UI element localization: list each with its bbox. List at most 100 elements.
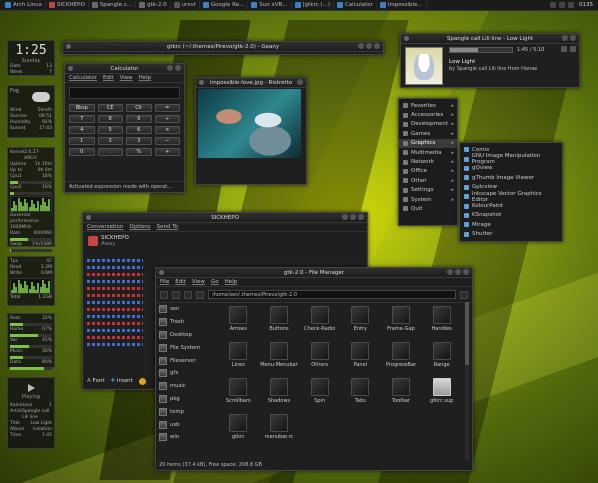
calculator-key[interactable]: =	[154, 104, 180, 112]
places-item[interactable]: Fileserver	[159, 354, 211, 367]
file-item[interactable]: Others	[299, 342, 340, 368]
app-menu-item[interactable]: Favorites ▸	[399, 101, 457, 110]
tray-icon[interactable]	[568, 2, 574, 8]
calculator-key[interactable]: −	[154, 137, 180, 145]
file-item[interactable]: Tabs	[340, 378, 381, 404]
calculator-key[interactable]: .	[97, 148, 123, 156]
file-manager-menu-item[interactable]: Edit	[175, 279, 186, 285]
file-item[interactable]: Entry	[340, 306, 381, 332]
places-item[interactable]: sen	[159, 303, 211, 316]
view-toggle-icon[interactable]	[460, 290, 468, 299]
close-button[interactable]	[297, 79, 303, 85]
window-menu-icon[interactable]	[199, 80, 204, 85]
calculator-key[interactable]: ×	[154, 126, 180, 134]
insert-button[interactable]: ✚ Insert	[111, 378, 133, 385]
font-button[interactable]: A Font	[87, 378, 105, 385]
window-menu-icon[interactable]	[66, 44, 71, 49]
calculator-key[interactable]: 3	[126, 137, 152, 145]
conversation-log[interactable]	[87, 255, 155, 365]
window-menu-icon[interactable]	[68, 66, 73, 71]
app-menu-item[interactable]: Settings ▸	[399, 186, 457, 195]
seek-bar[interactable]	[449, 47, 513, 53]
app-menu-item[interactable]: Graphics ▸	[399, 138, 457, 148]
taskbar-item[interactable]: Spangle c...	[89, 0, 137, 10]
window-menu-icon[interactable]	[86, 215, 91, 220]
file-item[interactable]: Buttons	[259, 306, 300, 332]
window-menu-icon[interactable]	[159, 270, 164, 275]
file-item[interactable]: Check-Radio	[299, 306, 340, 332]
close-button[interactable]	[570, 35, 576, 41]
file-item[interactable]: Handles	[421, 306, 462, 332]
calculator-key[interactable]: 0	[69, 148, 95, 156]
file-item[interactable]: Spin	[299, 378, 340, 404]
maximize-button[interactable]	[350, 214, 356, 220]
window-menu-icon[interactable]	[404, 36, 409, 41]
previous-icon[interactable]	[561, 46, 567, 52]
chat-menu-item[interactable]: Options	[129, 224, 150, 230]
minimize-button[interactable]	[447, 269, 453, 275]
minimize-button[interactable]	[167, 65, 173, 71]
calculator-key[interactable]: 2	[97, 137, 123, 145]
calculator-menu-item[interactable]: Edit	[103, 75, 114, 81]
calculator-key[interactable]: 5	[97, 126, 123, 134]
next-icon[interactable]	[570, 46, 576, 52]
calculator-key[interactable]: %	[126, 148, 152, 156]
app-menu-item[interactable]: Accessories ▸	[399, 110, 457, 119]
file-item[interactable]: menubar.rc	[259, 414, 300, 440]
file-item[interactable]: Panel	[340, 342, 381, 368]
close-button[interactable]	[374, 43, 380, 49]
file-item[interactable]: Shadows	[259, 378, 300, 404]
close-button[interactable]	[463, 269, 469, 275]
panel-clock[interactable]: 0135	[576, 2, 596, 8]
calculator-display[interactable]	[69, 87, 180, 99]
app-menu-item[interactable]: Games ▸	[399, 129, 457, 138]
app-menu-item[interactable]: System ▸	[399, 195, 457, 204]
app-menu-item[interactable]: Multimedia ▸	[399, 148, 457, 157]
close-button[interactable]	[175, 65, 181, 71]
minimize-button[interactable]	[342, 214, 348, 220]
taskbar-item[interactable]: gtk-2.0	[136, 0, 171, 10]
forward-icon[interactable]	[172, 290, 180, 299]
tray-icon[interactable]	[550, 2, 556, 8]
calculator-key[interactable]: 7	[69, 115, 95, 123]
places-item[interactable]: pkg	[159, 393, 211, 406]
chat-menu-item[interactable]: Send To	[157, 224, 178, 230]
smiley-icon[interactable]	[138, 378, 146, 385]
file-manager-menu-item[interactable]: Help	[225, 279, 238, 285]
calculator-key[interactable]: +	[154, 148, 180, 156]
taskbar-item[interactable]: Calculator	[334, 0, 377, 10]
file-item[interactable]: gtkrc	[218, 414, 259, 440]
places-item[interactable]: music	[159, 380, 211, 393]
file-item[interactable]: Scrollbars	[218, 378, 259, 404]
graphics-menu-item[interactable]: GNU Image Manipulation Program	[460, 153, 562, 165]
graphics-menu-item[interactable]: KSnapshot	[460, 211, 562, 220]
places-item[interactable]: File System	[159, 341, 211, 354]
file-item[interactable]: Menu-Menubar	[259, 342, 300, 368]
file-item[interactable]: Lines	[218, 342, 259, 368]
back-icon[interactable]	[160, 290, 168, 299]
taskbar-item[interactable]: [gtkrc (...)	[292, 0, 334, 10]
maximize-button[interactable]	[366, 43, 372, 49]
play-icon[interactable]	[27, 384, 35, 392]
graphics-menu-item[interactable]: Inkscape Vector Graphics Editor	[460, 191, 562, 203]
graphics-menu-item[interactable]: gQview	[460, 164, 562, 173]
minimize-button[interactable]	[358, 43, 364, 49]
file-item[interactable]: Toolbar	[381, 378, 422, 404]
taskbar-item[interactable]: impossible...	[377, 0, 427, 10]
app-menu-item[interactable]: Other ▸	[399, 176, 457, 185]
graphics-menu-item[interactable]: gThumb Image Viewer	[460, 173, 562, 182]
location-bar[interactable]: /home/sen/.themes/Pirevo/gtk-2.0	[208, 290, 456, 299]
places-item[interactable]: Trash	[159, 316, 211, 329]
app-menu-item[interactable]: Quit	[399, 204, 457, 213]
maximize-button[interactable]	[455, 269, 461, 275]
taskbar-item[interactable]: urxvt	[171, 0, 200, 10]
file-item[interactable]: Range	[421, 342, 462, 368]
taskbar-item[interactable]: SICKHEPO	[46, 0, 89, 10]
up-icon[interactable]	[184, 290, 192, 299]
calculator-key[interactable]: Bksp	[69, 104, 95, 112]
close-button[interactable]	[358, 214, 364, 220]
calculator-key[interactable]: ÷	[154, 115, 180, 123]
places-item[interactable]: gfx	[159, 367, 211, 380]
calculator-menu-item[interactable]: Help	[139, 75, 152, 81]
tray-icon[interactable]	[559, 2, 565, 8]
